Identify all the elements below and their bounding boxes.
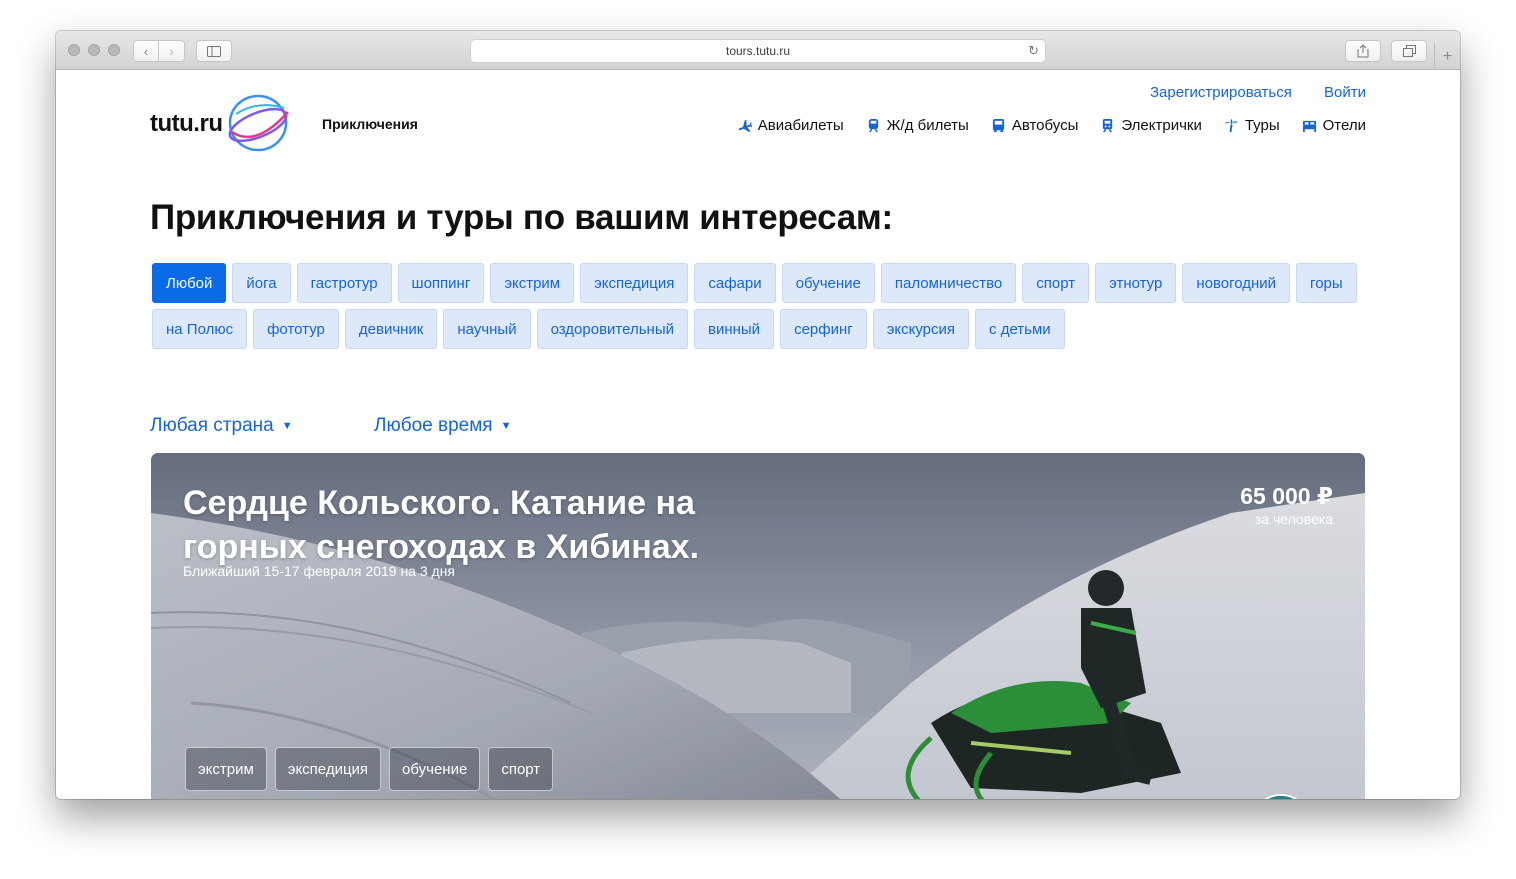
tour-card[interactable]: Сердце Кольского. Катание на горных снег… xyxy=(151,453,1365,799)
category-chip[interactable]: Любой xyxy=(152,263,227,303)
tour-price: 65 000 ₽ xyxy=(1240,483,1333,509)
tour-date: Ближайший 15-17 февраля 2019 на 3 дня xyxy=(183,563,456,579)
browser-window: ‹ › tours.tutu.ru ↻ + tutu.ru Приключени… xyxy=(56,31,1460,799)
address-bar[interactable]: tours.tutu.ru ↻ xyxy=(470,39,1046,63)
forward-button[interactable]: › xyxy=(159,40,185,62)
reload-icon[interactable]: ↻ xyxy=(1028,43,1039,59)
url-text: tours.tutu.ru xyxy=(725,44,791,58)
logo-text: tutu.ru xyxy=(150,110,223,137)
category-filter: Любой йога гастротур шоппинг экстрим экс… xyxy=(152,263,1362,349)
country-dropdown[interactable]: Любая страна ▼ xyxy=(150,415,293,437)
suburban-train-icon xyxy=(1103,118,1113,133)
nav-label: Авиабилеты xyxy=(757,117,844,134)
caret-down-icon: ▼ xyxy=(500,420,512,432)
nav-label: Автобусы xyxy=(1011,117,1079,134)
category-chip[interactable]: гастротур xyxy=(296,263,392,303)
nav-item-flights[interactable]: Авиабилеты xyxy=(737,117,844,134)
nav-label: Отели xyxy=(1322,117,1366,134)
train-icon xyxy=(868,118,878,133)
plane-icon xyxy=(738,119,752,132)
nav-item-tours[interactable]: Туры xyxy=(1224,117,1280,134)
category-chip[interactable]: этнотур xyxy=(1095,263,1177,303)
category-chip[interactable]: горы xyxy=(1296,263,1357,303)
caret-down-icon: ▼ xyxy=(281,420,293,432)
sidebar-button[interactable] xyxy=(196,40,232,62)
nav-label: Электрички xyxy=(1121,117,1202,134)
category-chip[interactable]: спорт xyxy=(1022,263,1090,303)
minimize-window-icon[interactable] xyxy=(88,44,100,56)
tour-tag[interactable]: экстрим xyxy=(185,747,267,791)
sidebar-icon xyxy=(207,45,221,57)
category-chip[interactable]: шоппинг xyxy=(397,263,485,303)
back-icon: ‹ xyxy=(143,43,149,59)
nav-item-hotels[interactable]: Отели xyxy=(1302,117,1366,134)
category-chip[interactable]: экспедиция xyxy=(580,263,689,303)
forward-icon: › xyxy=(169,43,174,59)
bed-icon xyxy=(1302,120,1316,133)
category-chip[interactable]: экскурсия xyxy=(872,309,970,349)
category-chip[interactable]: паломничество xyxy=(880,263,1017,303)
main-nav: Авиабилеты Ж/д билеты Автобусы Электричк… xyxy=(737,117,1366,134)
category-chip[interactable]: экстрим xyxy=(490,263,575,303)
bus-icon xyxy=(992,118,1004,133)
new-tab-icon[interactable]: + xyxy=(1434,43,1460,70)
back-button[interactable]: ‹ xyxy=(133,40,159,62)
category-chip[interactable]: йога xyxy=(232,263,291,303)
tutu-logo[interactable]: tutu.ru xyxy=(150,92,310,152)
tour-tags: экстрим экспедиция обучение спорт xyxy=(185,747,554,791)
category-chip[interactable]: новогодний xyxy=(1182,263,1291,303)
tour-title[interactable]: Сердце Кольского. Катание на горных снег… xyxy=(183,481,783,569)
category-chip[interactable]: на Полюс xyxy=(152,309,248,349)
category-chip[interactable]: обучение xyxy=(781,263,875,303)
category-chip[interactable]: с детьми xyxy=(975,309,1065,349)
tabs-icon xyxy=(1402,45,1416,57)
browser-toolbar: ‹ › tours.tutu.ru ↻ + xyxy=(56,31,1460,70)
nav-item-trains[interactable]: Ж/д билеты xyxy=(866,117,969,134)
tour-tag[interactable]: экспедиция xyxy=(274,747,382,791)
palm-icon xyxy=(1224,118,1238,133)
nav-item-suburban-trains[interactable]: Электрички xyxy=(1100,117,1202,134)
category-chip[interactable]: фототур xyxy=(253,309,339,349)
category-chip[interactable]: сафари xyxy=(694,263,776,303)
share-icon xyxy=(1357,44,1369,58)
country-dropdown-label: Любая страна xyxy=(150,415,274,436)
category-chip[interactable]: серфинг xyxy=(780,309,867,349)
tabs-overview-button[interactable] xyxy=(1391,40,1427,62)
nav-item-buses[interactable]: Автобусы xyxy=(991,117,1079,134)
category-chip[interactable]: оздоровительный xyxy=(536,309,688,349)
section-name[interactable]: Приключения xyxy=(322,116,418,132)
close-window-icon[interactable] xyxy=(68,44,80,56)
category-chip[interactable]: научный xyxy=(443,309,531,349)
time-dropdown-label: Любое время xyxy=(374,415,493,436)
globe-logo-icon xyxy=(228,94,289,152)
category-chip[interactable]: винный xyxy=(693,309,775,349)
tour-tag[interactable]: обучение xyxy=(389,747,481,791)
tour-tag[interactable]: спорт xyxy=(488,747,554,791)
page-title: Приключения и туры по вашим интересам: xyxy=(150,198,893,237)
register-link[interactable]: Зарегистрироваться xyxy=(1150,84,1292,101)
share-button[interactable] xyxy=(1345,40,1381,62)
price-note: за человека xyxy=(1254,511,1333,527)
nav-label: Ж/д билеты xyxy=(886,117,969,134)
time-dropdown[interactable]: Любое время ▼ xyxy=(374,415,511,437)
login-link[interactable]: Войти xyxy=(1324,84,1366,101)
nav-label: Туры xyxy=(1244,117,1280,134)
zoom-window-icon[interactable] xyxy=(108,44,120,56)
page: tutu.ru Приключения Зарегистрироваться В… xyxy=(56,70,1460,799)
category-chip[interactable]: девичник xyxy=(344,309,438,349)
